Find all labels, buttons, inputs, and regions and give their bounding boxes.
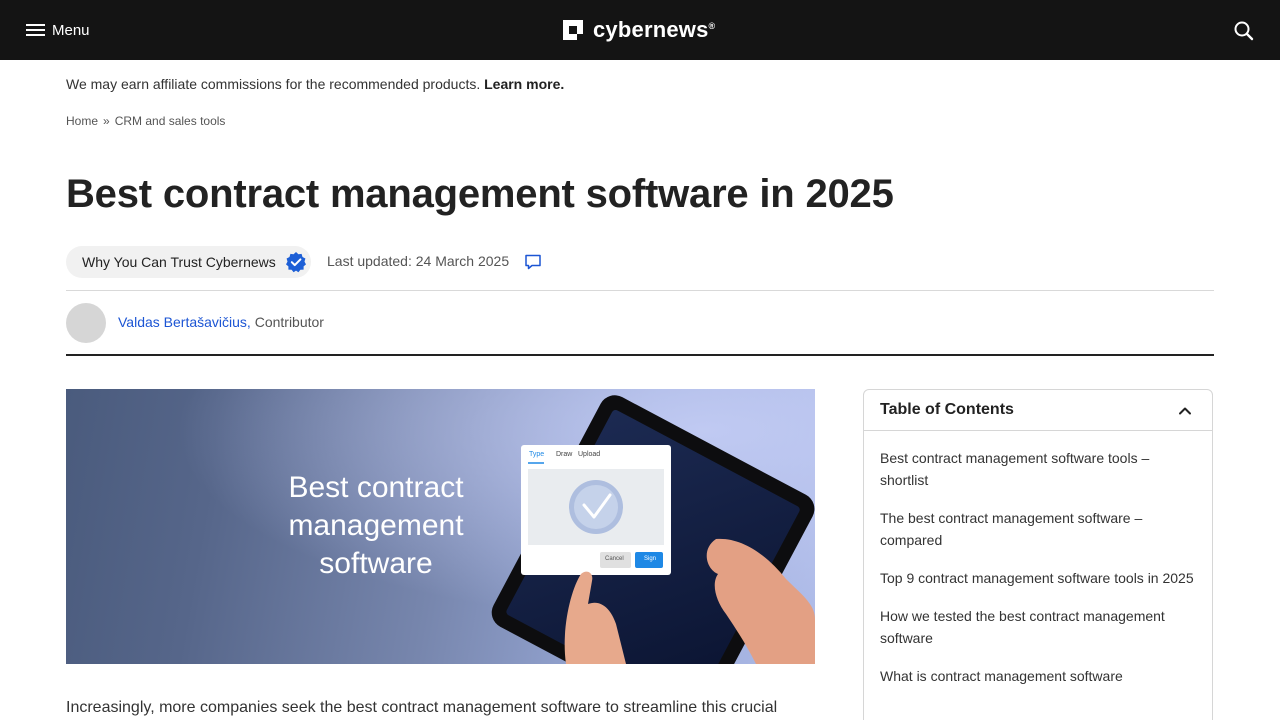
- toc-item-top-9[interactable]: Top 9 contract management software tools…: [880, 567, 1196, 589]
- menu-label: Menu: [52, 21, 90, 39]
- toc-item-how-we-tested[interactable]: How we tested the best contract manageme…: [880, 605, 1196, 649]
- hero-image: Best contract management software Type D…: [66, 389, 815, 664]
- toc-title: Table of Contents: [880, 401, 1014, 418]
- table-of-contents: Table of Contents Best contract manageme…: [863, 389, 1213, 720]
- breadcrumb-home[interactable]: Home: [66, 114, 98, 128]
- search-button[interactable]: [1232, 19, 1256, 43]
- chevron-up-icon: [1179, 407, 1191, 415]
- tablet-tab-type: Type: [529, 451, 545, 458]
- breadcrumb-crm-and-sales-tools[interactable]: CRM and sales tools: [115, 114, 226, 128]
- author-name-link[interactable]: Valdas Bertašavičius,: [118, 314, 251, 330]
- why-trust-button[interactable]: Why You Can Trust Cybernews: [66, 246, 311, 278]
- toc-item-compared[interactable]: The best contract management software – …: [880, 507, 1196, 551]
- menu-button[interactable]: Menu: [26, 18, 90, 42]
- author-avatar[interactable]: [66, 303, 106, 343]
- logo-wordmark: cybernews: [593, 17, 709, 42]
- header-bottom-divider: [66, 354, 1214, 356]
- tablet-tab-upload: Upload: [578, 451, 601, 458]
- affiliate-text: We may earn affiliate commissions for th…: [66, 76, 481, 92]
- logo-registered-mark: ®: [708, 21, 716, 31]
- affiliate-disclosure: We may earn affiliate commissions for th…: [66, 76, 564, 92]
- author-byline: Valdas Bertašavičius, Contributor: [118, 314, 324, 330]
- hamburger-icon: [26, 23, 46, 37]
- comment-icon: [525, 254, 541, 270]
- page-title: Best contract management software in 202…: [66, 172, 894, 216]
- hero-headline: Best contract management software: [288, 471, 464, 580]
- toc-list: Best contract management software tools …: [864, 447, 1212, 687]
- tablet-tab-draw: Draw: [556, 451, 573, 458]
- toc-header[interactable]: Table of Contents: [864, 390, 1212, 431]
- cybernews-logo-mark-icon: [563, 20, 583, 40]
- toc-item-what-is[interactable]: What is contract management software: [880, 665, 1196, 687]
- search-icon: [1234, 21, 1254, 41]
- author-role: Contributor: [254, 314, 324, 330]
- verified-badge-icon: [285, 252, 306, 273]
- breadcrumb: Home » CRM and sales tools: [66, 114, 225, 128]
- learn-more-link[interactable]: Learn more.: [484, 76, 564, 92]
- top-navigation-bar: Menu cybernews ®: [0, 0, 1280, 60]
- article-intro: Increasingly, more companies seek the be…: [66, 699, 778, 716]
- tablet-sign-button: Sign: [644, 556, 657, 562]
- tablet-cancel-button: Cancel: [605, 556, 624, 562]
- comments-button[interactable]: [524, 253, 542, 271]
- breadcrumb-separator: »: [103, 114, 110, 128]
- last-updated: Last updated: 24 March 2025: [327, 253, 510, 269]
- toc-item-shortlist[interactable]: Best contract management software tools …: [880, 447, 1196, 491]
- meta-divider: [66, 290, 1214, 291]
- cybernews-logo[interactable]: cybernews ®: [563, 16, 715, 44]
- why-trust-label: Why You Can Trust Cybernews: [82, 254, 276, 270]
